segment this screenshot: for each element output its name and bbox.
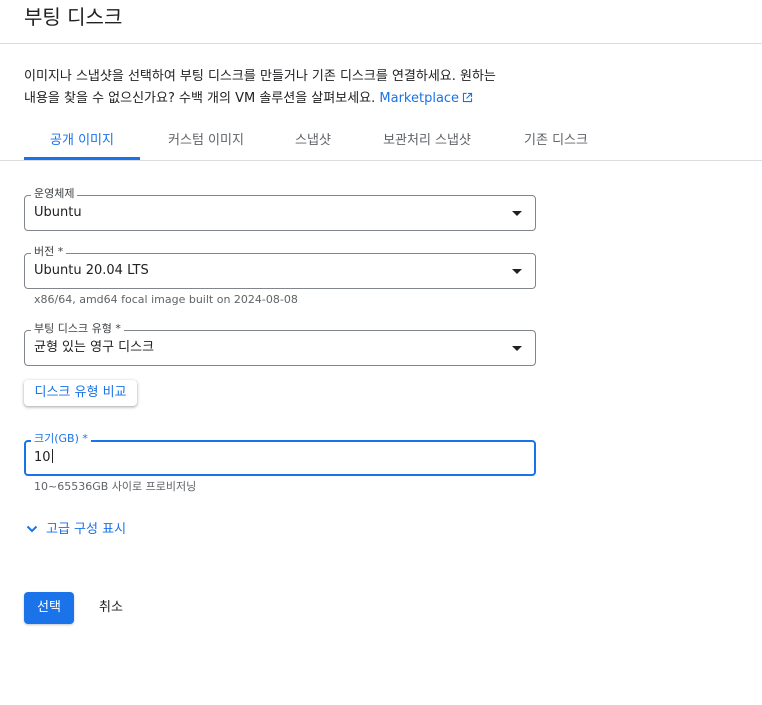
- version-hint: x86/64, amd64 focal image built on 2024-…: [34, 293, 298, 306]
- version-select-label: 버전 *: [31, 245, 67, 259]
- size-input-text: 10: [34, 450, 51, 465]
- size-hint: 10~65536GB 사이로 프로비저닝: [34, 480, 197, 493]
- image-source-tabs: 공개 이미지 커스텀 이미지 스냅샷 보관처리 스냅샷 기존 디스크: [0, 126, 762, 161]
- description-line-2: 내용을 찾을 수 없으신가요? 수백 개의 VM 솔루션을 살펴보세요.: [24, 91, 376, 106]
- tab-snapshots[interactable]: 스냅샷: [272, 126, 354, 160]
- dialog-header: 부팅 디스크: [0, 0, 762, 44]
- os-select-value: Ubuntu: [34, 205, 82, 220]
- version-select[interactable]: 버전 * Ubuntu 20.04 LTS: [24, 245, 536, 289]
- disk-type-select-value: 균형 있는 영구 디스크: [34, 340, 155, 355]
- version-select-value: Ubuntu 20.04 LTS: [34, 263, 149, 278]
- dropdown-arrow-icon: [512, 346, 522, 351]
- dropdown-arrow-icon: [512, 269, 522, 274]
- disk-type-select[interactable]: 부팅 디스크 유형 * 균형 있는 영구 디스크: [24, 322, 536, 366]
- os-select-label: 운영체제: [31, 187, 78, 201]
- description-line-1: 이미지나 스냅샷을 선택하여 부팅 디스크를 만들거나 기존 디스크를 연결하세…: [24, 69, 496, 84]
- compare-disk-types-button[interactable]: 디스크 유형 비교: [24, 380, 137, 406]
- page-title: 부팅 디스크: [24, 5, 123, 29]
- size-input-label: 크기(GB) *: [31, 432, 91, 446]
- tab-custom-images[interactable]: 커스텀 이미지: [148, 126, 264, 160]
- size-input-value: 10: [34, 449, 53, 467]
- show-advanced-config-label: 고급 구성 표시: [46, 522, 127, 537]
- os-select[interactable]: 운영체제 Ubuntu: [24, 187, 536, 231]
- dropdown-arrow-icon: [512, 211, 522, 216]
- select-button[interactable]: 선택: [24, 592, 74, 624]
- tab-existing-disks[interactable]: 기존 디스크: [500, 126, 612, 160]
- description: 이미지나 스냅샷을 선택하여 부팅 디스크를 만들거나 기존 디스크를 연결하세…: [24, 66, 544, 110]
- cancel-button[interactable]: 취소: [88, 592, 134, 624]
- external-link-icon: [462, 92, 473, 103]
- tab-archived-snapshots[interactable]: 보관처리 스냅샷: [362, 126, 492, 160]
- marketplace-link[interactable]: Marketplace: [379, 91, 473, 106]
- disk-type-select-label: 부팅 디스크 유형 *: [31, 322, 124, 336]
- marketplace-link-label: Marketplace: [379, 91, 460, 106]
- text-cursor: [51, 449, 53, 463]
- size-input[interactable]: 크기(GB) * 10: [24, 432, 536, 476]
- chevron-down-icon: [26, 525, 38, 533]
- active-tab-indicator: [24, 157, 140, 160]
- tab-public-images[interactable]: 공개 이미지: [24, 126, 140, 160]
